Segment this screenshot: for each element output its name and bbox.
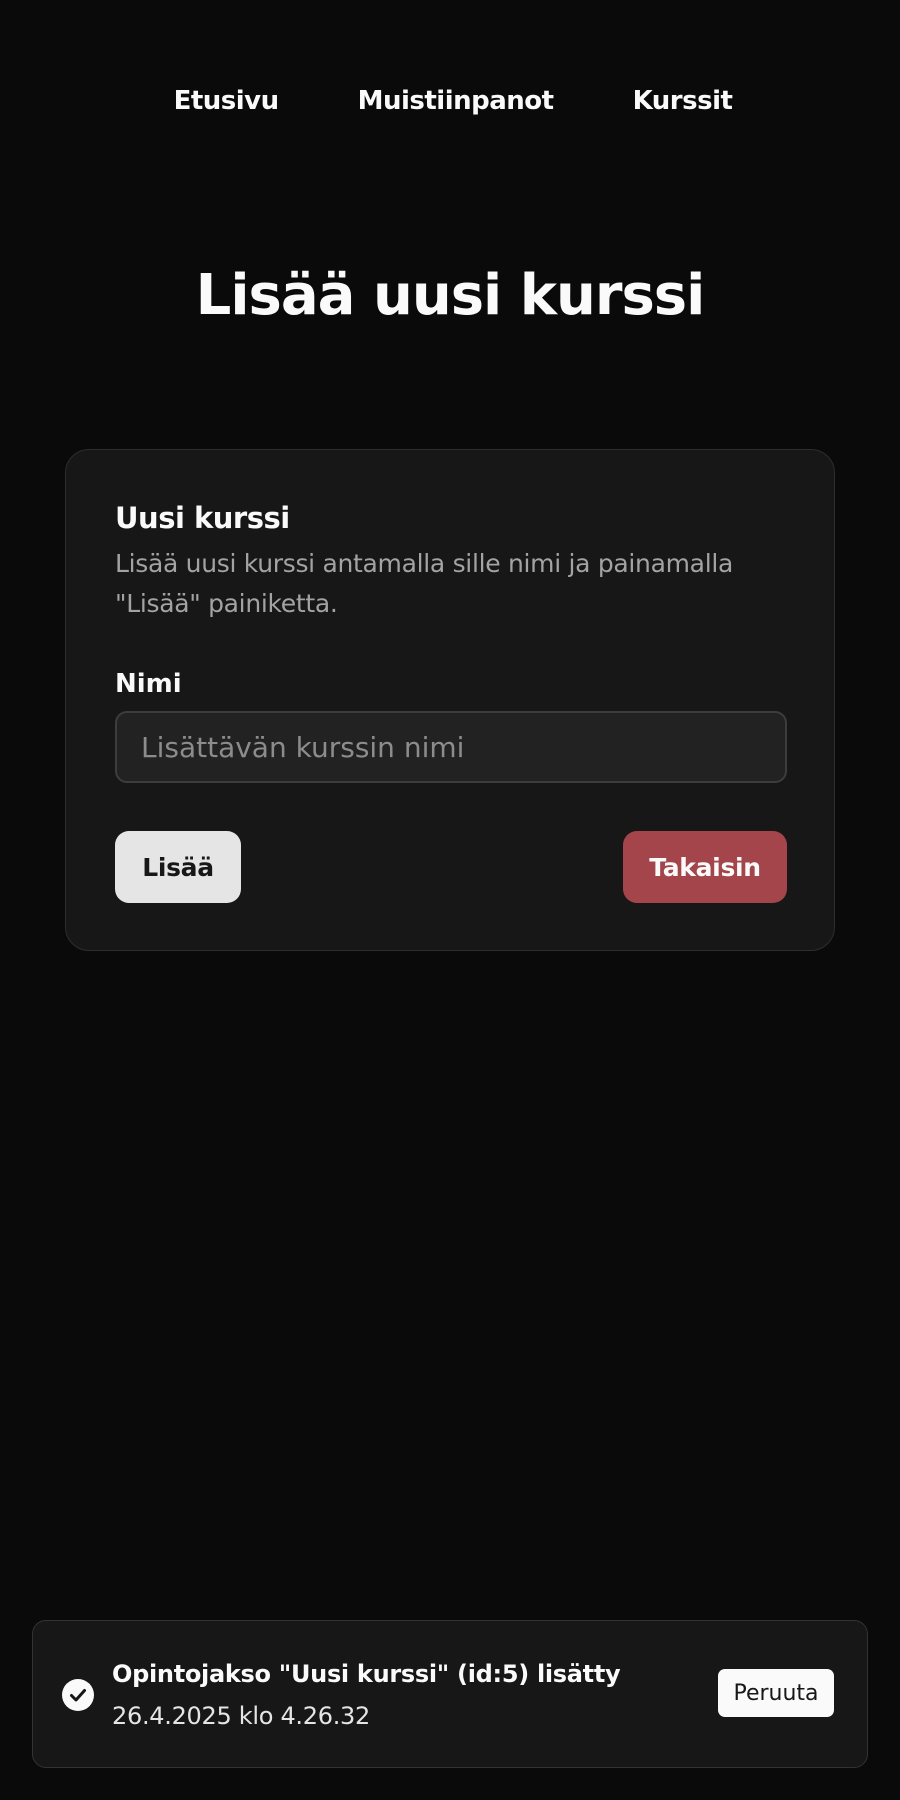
course-name-input[interactable] (115, 711, 787, 783)
card-description: Lisää uusi kurssi antamalla sille nimi j… (115, 549, 734, 618)
nav-link-kurssit[interactable]: Kurssit (633, 78, 733, 124)
back-button[interactable]: Takaisin (623, 831, 787, 903)
page-title: Lisää uusi kurssi (195, 263, 706, 328)
check-circle-icon (62, 1679, 94, 1711)
page: Etusivu Muistiinpanot Kurssit Lisää uusi… (0, 0, 900, 1800)
card-title: Uusi kurssi (115, 501, 290, 535)
main-nav: Etusivu Muistiinpanot Kurssit (0, 78, 900, 124)
toast-title: Opintojakso "Uusi kurssi" (id:5) lisätty (112, 1660, 621, 1688)
undo-button[interactable]: Peruuta (718, 1669, 834, 1717)
nav-link-etusivu[interactable]: Etusivu (174, 78, 280, 124)
toast-timestamp: 26.4.2025 klo 4.26.32 (112, 1702, 370, 1730)
name-field-label: Nimi (115, 669, 182, 699)
toast-notification: Opintojakso "Uusi kurssi" (id:5) lisätty… (32, 1620, 868, 1768)
nav-link-muistiinpanot[interactable]: Muistiinpanot (358, 78, 555, 124)
add-button[interactable]: Lisää (115, 831, 241, 903)
new-course-card: Uusi kurssi Lisää uusi kurssi antamalla … (65, 449, 835, 951)
